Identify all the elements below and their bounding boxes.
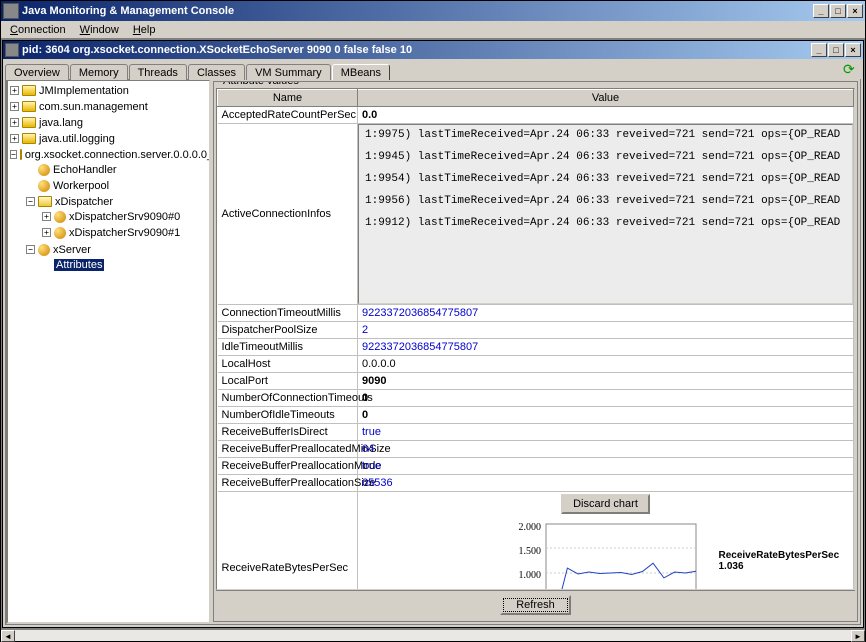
bean-icon	[38, 164, 50, 176]
tree-label[interactable]: java.util.logging	[39, 133, 115, 145]
close-button[interactable]: ×	[847, 4, 863, 18]
discard-chart-button[interactable]: Discard chart	[561, 494, 650, 514]
col-value[interactable]: Value	[358, 90, 854, 107]
java-icon	[3, 3, 19, 19]
tabs-row: Overview Memory Threads Classes VM Summa…	[3, 59, 863, 79]
mdi-titlebar: pid: 3604 org.xsocket.connection.XSocket…	[3, 41, 863, 59]
table-row: ReceiveBufferIsDirecttrue	[218, 424, 854, 441]
col-name[interactable]: Name	[218, 90, 358, 107]
tree-toggle[interactable]: +	[10, 86, 19, 95]
folder-open-icon	[20, 149, 22, 160]
mdi-maximize-button[interactable]: □	[828, 43, 844, 57]
table-row: ConnectionTimeoutMillis92233720368547758…	[218, 305, 854, 322]
folder-open-icon	[38, 196, 52, 207]
mdi-title: pid: 3604 org.xsocket.connection.XSocket…	[22, 44, 811, 56]
folder-icon	[22, 133, 36, 144]
tab-overview[interactable]: Overview	[5, 64, 69, 80]
svg-text:1.000: 1.000	[518, 570, 541, 581]
tree-label[interactable]: org.xsocket.connection.server.0.0.0.0_90…	[25, 149, 211, 161]
refresh-button[interactable]: Refresh	[500, 595, 571, 615]
receive-rate-chart[interactable]: 2.000 1.500 1.000 500 0 06:33 06:34	[501, 518, 711, 590]
scroll-left-icon[interactable]: ◄	[1, 630, 15, 642]
titlebar: Java Monitoring & Management Console _ □…	[1, 1, 865, 21]
tree-toggle[interactable]: −	[10, 150, 17, 159]
maximize-button[interactable]: □	[830, 4, 846, 18]
mbean-tree[interactable]: + JMImplementation + com.sun.management + j…	[6, 79, 211, 624]
menu-help[interactable]: Help	[126, 23, 163, 37]
tree-toggle[interactable]: +	[42, 228, 51, 237]
attribute-table[interactable]: Name Value AcceptedRateCountPerSec0.0 Ac…	[216, 88, 855, 590]
tree-label[interactable]: JMImplementation	[39, 85, 129, 97]
tree-label[interactable]: xDispatcherSrv9090#1	[69, 227, 180, 239]
main-window: Java Monitoring & Management Console _ □…	[0, 0, 866, 642]
window-title: Java Monitoring & Management Console	[22, 5, 813, 17]
tab-memory[interactable]: Memory	[70, 64, 128, 80]
table-row: IdleTimeoutMillis9223372036854775807	[218, 339, 854, 356]
svg-text:2.000: 2.000	[518, 522, 541, 533]
menu-connection[interactable]: Connection	[3, 23, 73, 37]
mdi-icon	[5, 43, 19, 57]
mdi-child: pid: 3604 org.xsocket.connection.XSocket…	[2, 40, 864, 628]
menu-window[interactable]: Window	[73, 23, 126, 37]
bean-icon	[54, 227, 66, 239]
active-connection-infos[interactable]: 1:9975) lastTimeReceived=Apr.24 06:33 re…	[358, 124, 853, 304]
tab-mbeans[interactable]: MBeans	[332, 64, 390, 80]
scroll-right-icon[interactable]: ►	[851, 630, 865, 642]
tree-label[interactable]: xDispatcherSrv9090#0	[69, 211, 180, 223]
table-row: LocalHost0.0.0.0	[218, 356, 854, 373]
tree-toggle[interactable]: +	[42, 212, 51, 221]
reconnect-icon[interactable]: ⟳	[843, 61, 857, 75]
tree-toggle[interactable]: +	[10, 134, 19, 143]
tab-vmsummary[interactable]: VM Summary	[246, 64, 331, 80]
folder-icon	[22, 85, 36, 96]
table-row: AcceptedRateCountPerSec0.0	[218, 107, 854, 124]
tab-threads[interactable]: Threads	[129, 64, 187, 80]
chart-hover-label: ReceiveRateBytesPerSec 1.036	[719, 550, 840, 572]
bean-icon	[38, 244, 50, 256]
attribute-values-group: Attribute values Name Value AcceptedRate…	[213, 81, 858, 622]
table-row: ReceiveBufferPreallocationModetrue	[218, 458, 854, 475]
bean-icon	[38, 180, 50, 192]
bean-icon	[54, 211, 66, 223]
tree-label[interactable]: EchoHandler	[53, 164, 117, 176]
mdi-close-button[interactable]: ×	[845, 43, 861, 57]
group-legend: Attribute values	[220, 81, 302, 87]
refresh-bar: Refresh	[216, 590, 855, 619]
svg-text:1.500: 1.500	[518, 546, 541, 557]
tree-toggle[interactable]: +	[10, 118, 19, 127]
tree-label[interactable]: xDispatcher	[55, 196, 113, 208]
tree-label[interactable]: java.lang	[39, 117, 83, 129]
tree-label[interactable]: Workerpool	[53, 180, 109, 192]
tab-content: + JMImplementation + com.sun.management + j…	[5, 79, 861, 625]
folder-icon	[22, 101, 36, 112]
tree-toggle[interactable]: −	[26, 245, 35, 254]
table-row: NumberOfConnectionTimeouts0	[218, 390, 854, 407]
mdi-area: pid: 3604 org.xsocket.connection.XSocket…	[1, 39, 865, 629]
chart-svg: 2.000 1.500 1.000 500 0 06:33 06:34	[501, 518, 711, 590]
table-row: NumberOfIdleTimeouts0	[218, 407, 854, 424]
folder-icon	[22, 117, 36, 128]
tree-toggle[interactable]: +	[10, 102, 19, 111]
table-row: ReceiveRateBytesPerSec Discard chart 2.0…	[218, 492, 854, 591]
tree-attributes-selected[interactable]: Attributes	[54, 259, 104, 271]
table-row: DispatcherPoolSize2	[218, 322, 854, 339]
tree-toggle[interactable]: −	[26, 197, 35, 206]
tree-label[interactable]: com.sun.management	[39, 101, 148, 113]
mdi-minimize-button[interactable]: _	[811, 43, 827, 57]
horizontal-scrollbar[interactable]: ◄ ►	[1, 629, 865, 641]
menubar: Connection Window Help	[1, 21, 865, 39]
tree-label[interactable]: xServer	[53, 244, 91, 256]
table-row: ReceiveBufferPreallocationSize65536	[218, 475, 854, 492]
right-pane: Attribute values Name Value AcceptedRate…	[211, 79, 860, 624]
table-row: LocalPort9090	[218, 373, 854, 390]
minimize-button[interactable]: _	[813, 4, 829, 18]
tab-classes[interactable]: Classes	[188, 64, 245, 80]
table-row: ActiveConnectionInfos 1:9975) lastTimeRe…	[218, 124, 854, 305]
table-row: ReceiveBufferPreallocatedMinSize64	[218, 441, 854, 458]
